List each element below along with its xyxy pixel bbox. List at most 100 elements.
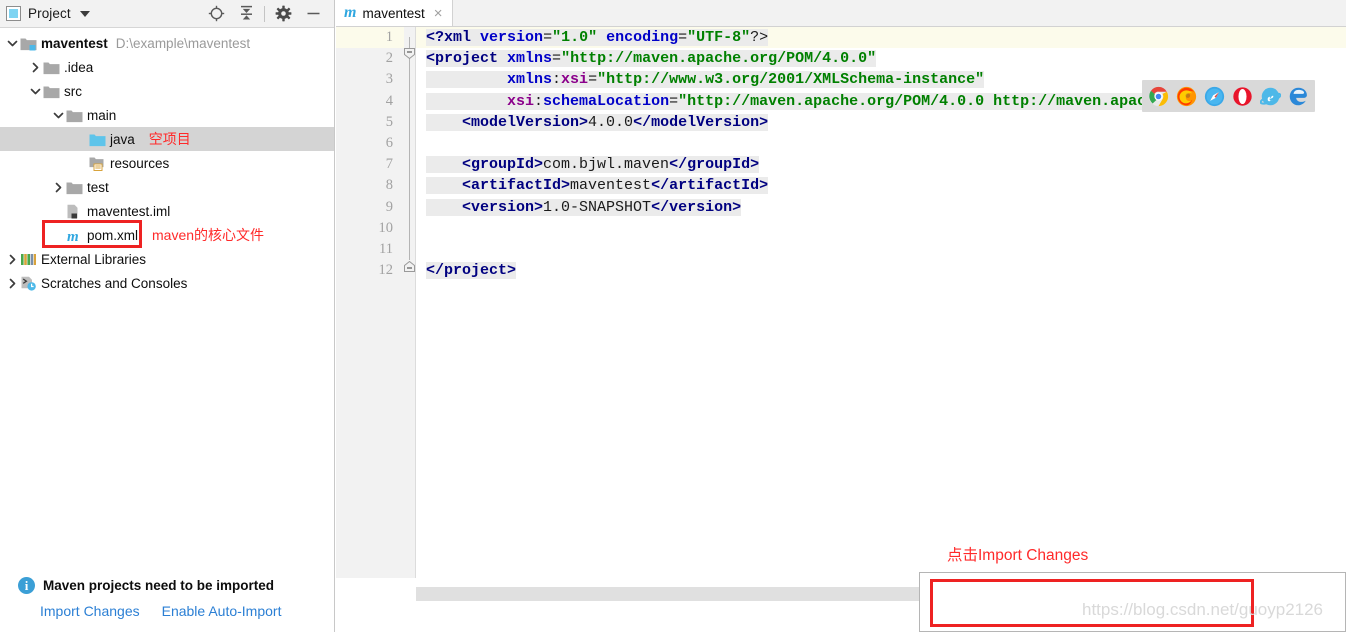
line-number: 10 <box>378 219 394 236</box>
tree-item-test[interactable]: test <box>0 175 334 199</box>
tree-item-label: .idea <box>64 59 94 75</box>
code-token: = <box>543 29 553 46</box>
code-highlight-span: xsi:schemaLocation="http://maven.apache.… <box>426 92 1192 110</box>
svg-text:m: m <box>67 229 79 243</box>
code-token: xsi <box>561 71 589 89</box>
project-window-icon <box>6 6 21 21</box>
maven-pom-icon: m <box>66 223 86 247</box>
code-line: <modelVersion>4.0.0</modelVersion> <box>426 112 1346 133</box>
chrome-icon[interactable] <box>1148 86 1169 107</box>
code-folding-strip[interactable] <box>404 27 416 605</box>
chevron-down-icon[interactable] <box>27 79 43 103</box>
tab-maventest[interactable]: m maventest × <box>336 0 453 26</box>
line-number: 9 <box>385 198 393 215</box>
tree-item-scratches-and-consoles[interactable]: Scratches and Consoles <box>0 271 334 295</box>
line-number-gutter: 1 2 3 4 5 6 7 8 9 10 11 12 <box>336 27 404 605</box>
close-icon[interactable]: × <box>434 6 443 21</box>
code-token: <version> <box>462 198 544 216</box>
minimize-icon[interactable] <box>298 1 328 27</box>
code-line: <?xml version="1.0" encoding="UTF-8"?> <box>416 27 1346 49</box>
editor-tab-bar: m maventest × <box>336 0 1346 27</box>
fold-marker-close[interactable] <box>404 261 415 272</box>
tree-item-maventest[interactable]: maventest D:\example\maventest <box>0 31 334 55</box>
line-number: 7 <box>385 156 393 173</box>
chevron-right-icon[interactable] <box>4 247 20 271</box>
tree-item-src[interactable]: src <box>0 79 334 103</box>
tree-item-label: maventest.iml <box>87 203 171 219</box>
project-panel-title: Project <box>28 6 71 21</box>
code-token: "http://maven.apache.org/POM/4.0.0" <box>561 50 877 68</box>
code-token: version <box>480 29 544 46</box>
code-token: = <box>678 29 688 46</box>
tree-item-main[interactable]: main <box>0 103 334 127</box>
tree-item-resources[interactable]: resources <box>0 151 334 175</box>
gear-icon[interactable] <box>268 1 298 27</box>
line-number: 12 <box>378 262 394 279</box>
tab-bar-empty-space <box>452 0 1346 26</box>
folder-icon <box>66 103 86 127</box>
tab-label: maventest <box>362 5 425 21</box>
notification-title: Maven projects need to be imported <box>43 578 275 593</box>
code-token: = <box>669 92 679 110</box>
code-highlight-span: <modelVersion>4.0.0</modelVersion> <box>426 113 769 131</box>
code-editor[interactable]: 1 2 3 4 5 6 7 8 9 10 11 12 <?xml version="1.0" enc <box>336 27 1346 605</box>
notification-actions[interactable]: Import Changes Enable Auto-Import <box>40 603 281 619</box>
resources-root-folder-icon <box>89 151 109 175</box>
code-line: <artifactId>maventest</artifactId> <box>426 175 1346 196</box>
chevron-down-icon[interactable] <box>79 10 90 17</box>
tree-item-maventest-iml[interactable]: maventest.iml <box>0 199 334 223</box>
edge-icon[interactable] <box>1288 86 1309 107</box>
code-token: = <box>588 71 598 89</box>
editor-area: m maventest × 123456789101112 <box>336 0 1346 632</box>
line-number: 3 <box>385 71 393 88</box>
project-toolbar: Project <box>0 0 334 28</box>
browser-preview-toolbar[interactable]: e <box>1142 80 1315 112</box>
tree-item-external-libraries[interactable]: External Libraries <box>0 247 334 271</box>
module-folder-icon <box>20 31 40 55</box>
locate-target-icon[interactable] <box>201 1 231 27</box>
tree-item-label: maventest <box>41 35 108 51</box>
folder-icon <box>43 79 63 103</box>
firefox-icon[interactable] <box>1176 86 1197 107</box>
tree-item-java[interactable]: java 空项目 <box>0 127 334 151</box>
code-token: = <box>552 50 562 68</box>
code-token: : <box>552 71 562 89</box>
enable-auto-import-link[interactable]: Enable Auto-Import <box>162 603 282 619</box>
code-token: <? <box>426 29 445 46</box>
tree-item-idea[interactable]: .idea <box>0 55 334 79</box>
chevron-right-icon[interactable] <box>27 55 43 79</box>
chevron-right-icon[interactable] <box>4 271 20 295</box>
tree-item-pom-xml[interactable]: m pom.xml maven的核心文件 <box>0 223 334 247</box>
chevron-down-icon[interactable] <box>4 31 20 55</box>
tree-arrow-spacer <box>50 223 66 247</box>
code-token: xml <box>444 29 472 46</box>
maven-m-icon: m <box>344 4 357 21</box>
tree-item-label: test <box>87 179 109 195</box>
maven-import-notification[interactable] <box>919 572 1346 632</box>
internet-explorer-icon[interactable]: e <box>1260 86 1281 107</box>
tree-item-path: D:\example\maventest <box>115 35 251 51</box>
project-tree[interactable]: maventest D:\example\maventest .idea src mai… <box>0 28 334 295</box>
code-token: </modelVersion> <box>633 113 769 131</box>
code-highlight-span: <artifactId>maventest</artifactId> <box>426 177 769 195</box>
collapse-all-icon[interactable] <box>231 1 261 27</box>
import-changes-link[interactable]: Import Changes <box>40 603 140 619</box>
code-token: </artifactId> <box>651 177 769 195</box>
code-highlight-span: xmlns:xsi="http://www.w3.org/2001/XMLSch… <box>426 71 985 89</box>
code-highlight-span: <?xml version="1.0" encoding="UTF-8"?> <box>426 29 769 46</box>
chevron-down-icon[interactable] <box>50 103 66 127</box>
fold-marker-open[interactable] <box>404 48 415 59</box>
code-content[interactable]: <?xml version="1.0" encoding="UTF-8"?> <p… <box>416 27 1346 605</box>
tree-item-annotation: maven的核心文件 <box>152 227 265 243</box>
scratches-icon <box>20 271 40 295</box>
fold-region-line <box>409 37 410 260</box>
safari-icon[interactable] <box>1204 86 1225 107</box>
code-line: <project xmlns="http://maven.apache.org/… <box>426 48 1346 69</box>
chevron-right-icon[interactable] <box>50 175 66 199</box>
opera-icon[interactable] <box>1232 86 1253 107</box>
tree-arrow-spacer <box>73 151 89 175</box>
